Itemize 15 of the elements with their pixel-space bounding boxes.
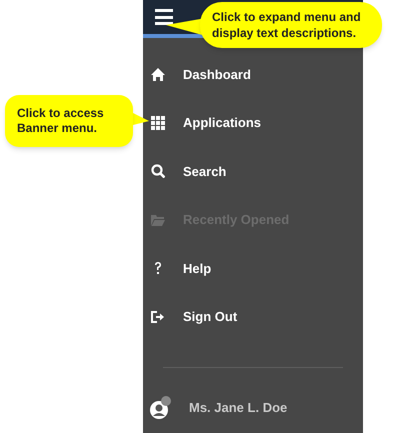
sign-out-icon	[151, 310, 165, 324]
menu-icon[interactable]	[155, 9, 173, 25]
search-icon	[151, 164, 165, 178]
home-icon	[151, 67, 165, 82]
folder-icon	[151, 212, 165, 227]
grid-icon	[151, 116, 165, 130]
menu-item[interactable]: Search	[143, 147, 363, 196]
menu-item[interactable]: Sign Out	[143, 292, 363, 341]
user-avatar-icon	[150, 396, 172, 420]
menu-item[interactable]: Help	[143, 244, 363, 292]
callout-tooltip: Click to expand menu and display text descriptions.	[200, 2, 382, 48]
menu-item[interactable]: Dashboard	[143, 50, 363, 98]
menu-item[interactable]: Applications	[143, 98, 363, 147]
user-name[interactable]: Ms. Jane L. Doe	[189, 398, 288, 418]
callout-tooltip: Click to access Banner menu.	[5, 95, 133, 147]
